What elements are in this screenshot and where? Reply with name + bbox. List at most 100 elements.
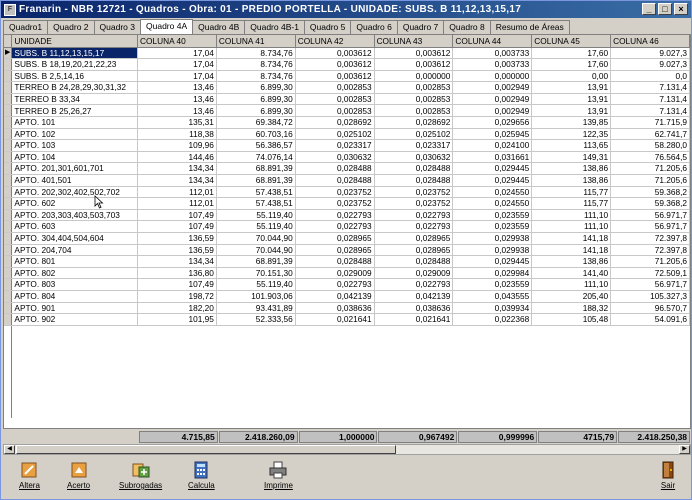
- scroll-thumb[interactable]: [16, 445, 396, 454]
- subrogadas-button[interactable]: Subrogadas: [119, 461, 162, 490]
- value-cell[interactable]: 113,65: [531, 139, 612, 152]
- table-row[interactable]: APTO. 202,302,402,502,702 112,01 57.438,51…: [4, 186, 690, 199]
- unit-cell[interactable]: APTO. 602: [11, 197, 139, 210]
- value-cell[interactable]: 111,10: [531, 209, 612, 222]
- row-indicator[interactable]: [4, 244, 13, 257]
- value-cell[interactable]: 111,10: [531, 278, 612, 291]
- value-cell[interactable]: 0,022793: [374, 209, 454, 222]
- value-cell[interactable]: 136,80: [137, 267, 217, 280]
- value-cell[interactable]: 0,028965: [374, 244, 454, 257]
- value-cell[interactable]: 54.091,6: [610, 313, 690, 326]
- value-cell[interactable]: 138,86: [531, 174, 612, 187]
- value-cell[interactable]: 0,003612: [295, 58, 375, 71]
- row-indicator[interactable]: [4, 139, 13, 152]
- value-cell[interactable]: 0,029445: [452, 255, 533, 268]
- unit-cell[interactable]: SUBS. B 11,12,13,15,17: [11, 47, 139, 60]
- row-indicator[interactable]: [4, 278, 13, 291]
- column-header[interactable]: COLUNA 44: [452, 35, 533, 48]
- tab-quadro-3[interactable]: Quadro 3: [93, 20, 141, 34]
- value-cell[interactable]: 60.703,16: [216, 128, 296, 141]
- horizontal-scrollbar[interactable]: ◀ ▶: [3, 444, 691, 455]
- value-cell[interactable]: 141,40: [531, 267, 612, 280]
- column-header[interactable]: COLUNA 41: [216, 35, 296, 48]
- value-cell[interactable]: 56.971,7: [610, 278, 690, 291]
- value-cell[interactable]: 0,003612: [374, 47, 454, 60]
- value-cell[interactable]: 55.119,40: [216, 278, 296, 291]
- value-cell[interactable]: 138,86: [531, 162, 612, 176]
- unit-cell[interactable]: APTO. 802: [11, 267, 139, 280]
- value-cell[interactable]: 0,003612: [295, 47, 375, 60]
- table-row[interactable]: APTO. 804 198,72 101.903,06 0,042139 0,04213…: [4, 290, 690, 303]
- value-cell[interactable]: 0,0: [610, 70, 690, 83]
- table-row[interactable]: APTO. 101 135,31 69.384,72 0,028692 0,028692…: [4, 116, 690, 129]
- row-indicator[interactable]: [4, 81, 13, 94]
- tab-quadro-2[interactable]: Quadro 2: [47, 20, 95, 34]
- value-cell[interactable]: 57.438,51: [216, 197, 296, 210]
- value-cell[interactable]: 136,59: [137, 244, 217, 257]
- value-cell[interactable]: 0,000000: [452, 70, 533, 83]
- value-cell[interactable]: 71.205,6: [610, 174, 690, 187]
- value-cell[interactable]: 0,023317: [374, 139, 454, 152]
- value-cell[interactable]: 0,030632: [295, 151, 375, 164]
- value-cell[interactable]: 55.119,40: [216, 209, 296, 222]
- value-cell[interactable]: 0,003733: [452, 47, 533, 60]
- calcula-button[interactable]: Calcula: [188, 461, 215, 490]
- value-cell[interactable]: 56.971,7: [610, 209, 690, 222]
- value-cell[interactable]: 101,95: [137, 313, 217, 326]
- unit-cell[interactable]: APTO. 603: [11, 220, 139, 233]
- value-cell[interactable]: 68.891,39: [216, 255, 296, 268]
- unit-cell[interactable]: TERREO B 24,28,29,30,31,32: [11, 81, 139, 94]
- row-indicator[interactable]: [4, 70, 13, 83]
- row-indicator[interactable]: [4, 151, 13, 164]
- value-cell[interactable]: 68.891,39: [216, 174, 296, 187]
- value-cell[interactable]: 70.044,90: [216, 232, 296, 245]
- value-cell[interactable]: 13,46: [137, 104, 217, 118]
- column-header[interactable]: COLUNA 45: [531, 35, 612, 48]
- row-indicator[interactable]: [4, 174, 13, 187]
- value-cell[interactable]: 68.891,39: [216, 162, 296, 176]
- value-cell[interactable]: 0,023559: [452, 209, 533, 222]
- close-button[interactable]: ×: [674, 3, 688, 15]
- value-cell[interactable]: 0,024100: [452, 139, 533, 152]
- value-cell[interactable]: 0,042139: [374, 290, 454, 303]
- value-cell[interactable]: 13,46: [137, 93, 217, 106]
- value-cell[interactable]: 0,028488: [374, 174, 454, 187]
- scroll-left-arrow-icon[interactable]: ◀: [4, 445, 15, 454]
- value-cell[interactable]: 134,34: [137, 162, 217, 176]
- row-indicator[interactable]: [4, 197, 13, 210]
- value-cell[interactable]: 111,10: [531, 220, 612, 233]
- value-cell[interactable]: 0,023317: [295, 139, 375, 152]
- column-header[interactable]: COLUNA 43: [374, 35, 454, 48]
- value-cell[interactable]: 0,023559: [452, 220, 533, 233]
- table-row[interactable]: ▶ SUBS. B 11,12,13,15,17 17,04 8.734,76 0,00…: [4, 47, 690, 60]
- value-cell[interactable]: 8.734,76: [216, 58, 296, 71]
- value-cell[interactable]: 57.438,51: [216, 186, 296, 199]
- value-cell[interactable]: 71.715,9: [610, 116, 690, 129]
- value-cell[interactable]: 0,002853: [374, 81, 454, 94]
- value-cell[interactable]: 0,021641: [374, 313, 454, 326]
- row-indicator[interactable]: [4, 267, 13, 280]
- value-cell[interactable]: 107,49: [137, 278, 217, 291]
- unit-cell[interactable]: APTO. 204,704: [11, 244, 139, 257]
- row-indicator[interactable]: [4, 220, 13, 233]
- value-cell[interactable]: 134,34: [137, 255, 217, 268]
- value-cell[interactable]: 17,60: [531, 47, 612, 60]
- value-cell[interactable]: 17,04: [137, 58, 217, 71]
- value-cell[interactable]: 105,48: [531, 313, 612, 326]
- value-cell[interactable]: 93.431,89: [216, 302, 296, 315]
- unit-cell[interactable]: TERREO B 33,34: [11, 93, 139, 106]
- value-cell[interactable]: 9.027,3: [610, 58, 690, 71]
- column-header[interactable]: COLUNA 40: [137, 35, 217, 48]
- table-row[interactable]: APTO. 603 107,49 55.119,40 0,022793 0,022793…: [4, 220, 690, 233]
- value-cell[interactable]: 0,038636: [295, 302, 375, 315]
- table-row[interactable]: SUBS. B 2,5,14,16 17,04 8.734,76 0,003612 0,…: [4, 70, 690, 83]
- value-cell[interactable]: 0,030632: [374, 151, 454, 164]
- unit-cell[interactable]: APTO. 203,303,403,503,703: [11, 209, 139, 222]
- value-cell[interactable]: 0,029984: [452, 267, 533, 280]
- value-cell[interactable]: 136,59: [137, 232, 217, 245]
- value-cell[interactable]: 7.131,4: [610, 93, 690, 106]
- value-cell[interactable]: 182,20: [137, 302, 217, 315]
- value-cell[interactable]: 122,35: [531, 128, 612, 141]
- unit-cell[interactable]: APTO. 102: [11, 128, 139, 141]
- row-indicator[interactable]: [4, 302, 13, 315]
